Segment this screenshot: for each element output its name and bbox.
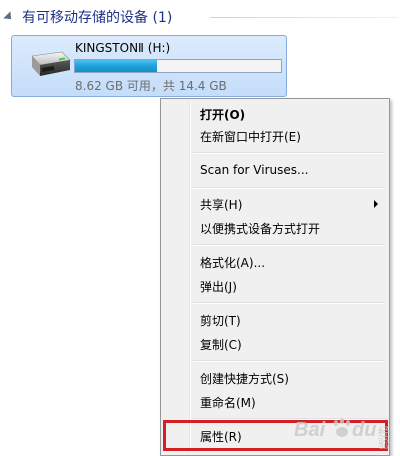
menu-item-open-as-portable[interactable]: 以便携式设备方式打开 xyxy=(164,217,386,239)
menu-item-open[interactable]: 打开(O) xyxy=(164,103,386,125)
menu-item-label: 共享(H) xyxy=(200,198,243,212)
menu-item-label: 复制(C) xyxy=(200,338,242,352)
group-title: 有可移动存储的设备 (1) xyxy=(22,10,173,26)
menu-item-label: 创建快捷方式(S) xyxy=(200,372,289,386)
drive-usage-bar xyxy=(74,59,282,73)
menu-item-label: 弹出(J) xyxy=(200,280,237,294)
menu-item-open-new-window[interactable]: 在新窗口中打开(E) xyxy=(164,125,386,147)
submenu-arrow-icon xyxy=(374,200,378,208)
menu-separator xyxy=(193,187,385,189)
menu-item-label: 重命名(M) xyxy=(200,396,256,410)
group-collapse-arrow-icon[interactable] xyxy=(3,11,15,23)
menu-separator xyxy=(193,244,385,246)
menu-item-cut[interactable]: 剪切(T) xyxy=(164,309,386,331)
menu-item-scan-viruses[interactable]: Scan for Viruses... xyxy=(164,160,386,182)
menu-item-label: Scan for Viruses... xyxy=(200,163,309,177)
menu-item-format[interactable]: 格式化(A)... xyxy=(164,251,386,273)
menu-separator xyxy=(193,152,385,154)
menu-item-label: 剪切(T) xyxy=(200,314,241,328)
menu-item-create-shortcut[interactable]: 创建快捷方式(S) xyxy=(164,367,386,389)
removable-drive-icon xyxy=(31,51,71,76)
group-divider xyxy=(210,17,398,18)
menu-item-share[interactable]: 共享(H) xyxy=(164,193,386,215)
menu-item-label: 打开(O) xyxy=(200,108,246,122)
menu-separator xyxy=(193,302,385,304)
group-header[interactable]: 有可移动存储的设备 (1) xyxy=(0,0,400,34)
menu-item-label: 以便携式设备方式打开 xyxy=(200,222,321,236)
menu-item-eject[interactable]: 弹出(J) xyxy=(164,275,386,297)
menu-separator xyxy=(193,360,385,362)
drive-name: KINGSTONⅡ (H:) xyxy=(75,41,171,55)
menu-item-rename[interactable]: 重命名(M) xyxy=(164,391,386,413)
highlight-box xyxy=(163,420,388,451)
menu-item-label: 在新窗口中打开(E) xyxy=(200,130,301,144)
drive-item-kingston[interactable]: KINGSTONⅡ (H:) 8.62 GB 可用，共 14.4 GB xyxy=(11,35,287,97)
drive-usage-bar-fill xyxy=(75,60,158,72)
menu-item-copy[interactable]: 复制(C) xyxy=(164,333,386,355)
context-menu: 打开(O) 在新窗口中打开(E) Scan for Viruses... 共享(… xyxy=(160,98,390,456)
drive-free-space: 8.62 GB 可用，共 14.4 GB xyxy=(75,79,227,93)
menu-item-label: 格式化(A)... xyxy=(200,256,266,270)
